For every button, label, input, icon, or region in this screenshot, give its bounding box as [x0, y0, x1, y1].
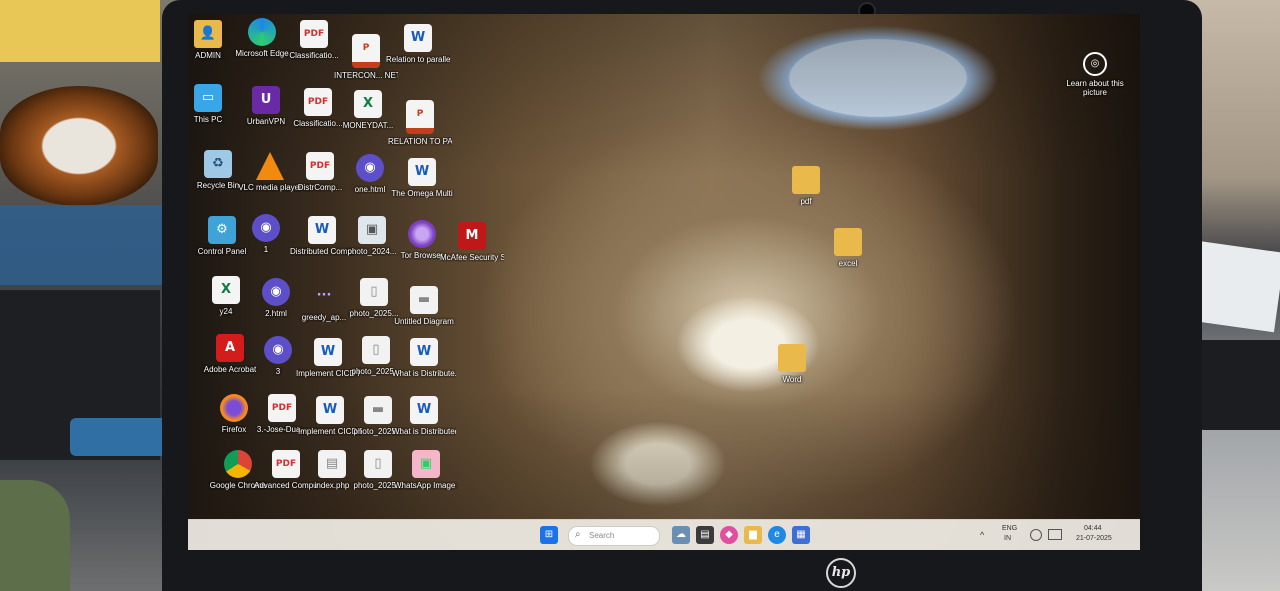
word-icon: W: [316, 396, 344, 424]
powerpoint-icon: P: [352, 34, 380, 68]
windows-start-icon[interactable]: ⊞: [540, 526, 558, 544]
desktop-icon-what-is-distribute-1[interactable]: W What is Distribute...: [392, 338, 456, 378]
desktop-icon-label: pdf: [800, 197, 812, 206]
desktop-icon-this-pc[interactable]: ▭ This PC: [188, 84, 240, 124]
word-icon: W: [410, 396, 438, 424]
folder-icon: [792, 166, 820, 194]
control-panel-icon: ⚙: [208, 216, 236, 244]
word-icon: W: [314, 338, 342, 366]
desktop-icon-label: Untitled Diagram: [394, 317, 454, 326]
mcafee-icon: M: [458, 222, 486, 250]
pdf-icon: PDF: [304, 88, 332, 116]
powerpoint-icon: P: [406, 100, 434, 134]
excel-icon: X: [212, 276, 240, 304]
system-tray: ^ ENG IN 04:44 21-07-2025: [980, 524, 1130, 546]
html-file-icon: ◉: [262, 278, 290, 306]
desktop-icon-label: 1: [263, 245, 269, 254]
desktop-screen: 👤 ADMIN ▭ This PC ♻ Recycle Bin ⚙ Contro…: [188, 14, 1140, 550]
html-file-icon: ◉: [264, 336, 292, 364]
learn-about-picture[interactable]: ◎ Learn about this picture: [1064, 52, 1126, 97]
firefox-icon: [220, 394, 248, 422]
desktop-icon-word-folder[interactable]: Word: [760, 344, 824, 384]
battery-icon[interactable]: [1048, 529, 1062, 540]
desktop-icon-label: What is Distribute...: [392, 369, 456, 378]
desktop-icon-label: What is Distributed...: [392, 427, 456, 436]
desktop-icon-relation-to-parallel[interactable]: W Relation to parallel mu...: [386, 24, 450, 64]
desktop-icon-pdf-folder[interactable]: pdf: [774, 166, 838, 206]
clock-date: 21-07-2025: [1076, 535, 1112, 542]
edge-taskbar-icon[interactable]: e: [768, 526, 786, 544]
php-file-icon: ▤: [318, 450, 346, 478]
learn-about-label: Learn about this picture: [1066, 79, 1124, 97]
language-indicator[interactable]: ENG: [1002, 525, 1017, 532]
language-region: IN: [1004, 535, 1011, 542]
tray-chevron-icon[interactable]: ^: [980, 530, 984, 540]
task-view-icon[interactable]: ▤: [696, 526, 714, 544]
whatsapp-image-icon: ▣: [412, 450, 440, 478]
desktop-icon-label: The Omega Multi: [391, 189, 453, 198]
wifi-icon[interactable]: [1030, 529, 1042, 541]
background-tape-roll: [0, 86, 158, 206]
store-icon[interactable]: ▦: [792, 526, 810, 544]
taskbar-search-box[interactable]: ⌕ Search: [568, 526, 660, 546]
folder-icon: [834, 228, 862, 256]
desktop-icon-label: RELATION TO PARALLEL ...: [388, 137, 452, 146]
desktop-icon-label: excel: [838, 259, 858, 268]
pdf-icon: PDF: [300, 20, 328, 48]
taskbar: ⊞ ⌕ Search ☁ ▤ ◆ ▆ e ▦ ^ ENG IN 04:44 21…: [188, 519, 1140, 550]
chrome-icon: [224, 450, 252, 478]
file-icon: ···: [316, 288, 332, 303]
recycle-bin-icon: ♻: [204, 150, 232, 178]
clock-time[interactable]: 04:44: [1084, 525, 1102, 532]
photo-icon: ▬: [364, 396, 392, 424]
desktop-icon-excel-folder[interactable]: excel: [816, 228, 880, 268]
desktop-icon-omega-multi[interactable]: W The Omega Multi: [390, 158, 454, 198]
desktop-icon-label: This PC: [193, 115, 223, 124]
photo-icon: ▯: [364, 450, 392, 478]
desktop-icon-whatsapp-image[interactable]: ▣ WhatsApp Image 202...: [394, 450, 458, 490]
camera-info-icon: ◎: [1083, 52, 1107, 76]
file-icon: ▬: [410, 286, 438, 314]
pdf-icon: PDF: [268, 394, 296, 422]
desktop-icon-label: INTERCON... NETWORKS: [334, 71, 398, 80]
tor-icon: [408, 220, 436, 248]
background-cloth: [0, 480, 70, 591]
photo-icon: ▣: [358, 216, 386, 244]
search-icon: ⌕: [575, 529, 581, 540]
desktop-icon-untitled-diagram[interactable]: ▬ Untitled Diagram: [392, 286, 456, 326]
copilot-icon[interactable]: ◆: [720, 526, 738, 544]
word-icon: W: [408, 158, 436, 186]
search-placeholder: Search: [589, 531, 615, 540]
folder-icon: [778, 344, 806, 372]
vlc-icon: [256, 152, 284, 180]
file-explorer-icon[interactable]: ▆: [744, 526, 762, 544]
word-icon: W: [308, 216, 336, 244]
desktop-icon-label: Relation to parallel mu...: [386, 55, 450, 64]
desktop-icon-relation-to-parallel-ppt[interactable]: P RELATION TO PARALLEL ...: [388, 100, 452, 146]
photo-icon: ▯: [362, 336, 390, 364]
edge-icon: [248, 18, 276, 46]
desktop-icon-label: Word: [782, 375, 802, 384]
word-icon: W: [410, 338, 438, 366]
pdf-icon: PDF: [306, 152, 334, 180]
widgets-icon[interactable]: ☁: [672, 526, 690, 544]
this-pc-icon: ▭: [194, 84, 222, 112]
word-icon: W: [404, 24, 432, 52]
background-circuit-board: [0, 205, 170, 285]
background-box: [0, 0, 160, 62]
urbanvpn-icon: U: [252, 86, 280, 114]
desktop-icon-1-html[interactable]: ◉ 1: [234, 214, 298, 254]
desktop-icon-mcafee[interactable]: M McAfee Security Sc...: [440, 222, 504, 262]
acrobat-icon: A: [216, 334, 244, 362]
hp-logo: hp: [826, 558, 856, 588]
desktop-icon-what-is-distributed-2[interactable]: W What is Distributed...: [392, 396, 456, 436]
user-folder-icon: 👤: [194, 20, 222, 48]
excel-icon: X: [354, 90, 382, 118]
photo-icon: ▯: [360, 278, 388, 306]
html-file-icon: ◉: [252, 214, 280, 242]
desktop-icon-label: McAfee Security Sc...: [440, 253, 504, 262]
desktop-icon-label: WhatsApp Image 202...: [394, 481, 458, 490]
html-file-icon: ◉: [356, 154, 384, 182]
pdf-icon: PDF: [272, 450, 300, 478]
